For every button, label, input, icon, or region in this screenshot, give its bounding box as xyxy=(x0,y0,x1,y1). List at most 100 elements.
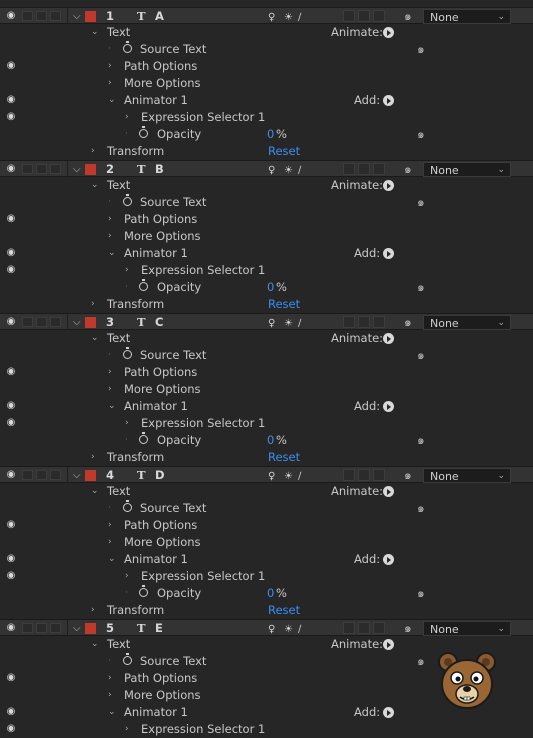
property-row[interactable]: › Transform Reset xyxy=(0,449,533,466)
animate-menu-button[interactable] xyxy=(383,333,394,344)
solo-toggle[interactable] xyxy=(36,11,47,21)
layer-row-e[interactable]: ◉ ⌵ 5 T E ♀ ☀ ∕ ๑ None ⌄ xyxy=(0,619,533,637)
chevron-right-icon[interactable]: › xyxy=(91,296,95,313)
pick-whip-spiral-icon[interactable]: ๑ xyxy=(404,8,412,25)
audio-toggle[interactable] xyxy=(22,317,33,327)
lock-toggle[interactable] xyxy=(50,317,61,327)
animate-menu-button[interactable] xyxy=(383,27,394,38)
chevron-right-icon[interactable]: › xyxy=(108,687,112,704)
animate-menu-button[interactable] xyxy=(383,639,394,650)
add-menu-button[interactable] xyxy=(383,707,394,718)
chevron-down-icon[interactable]: ⌄ xyxy=(91,24,99,41)
chevron-right-icon[interactable]: › xyxy=(91,602,95,619)
audio-toggle[interactable] xyxy=(22,470,33,480)
layer-label-color[interactable] xyxy=(85,11,96,22)
opacity-value[interactable]: 0 xyxy=(267,126,274,143)
property-row[interactable]: ◉ › Expression Selector 1 xyxy=(0,721,533,738)
layer-name[interactable]: B xyxy=(155,161,164,178)
property-row[interactable]: ◉ › Path Options xyxy=(0,517,533,534)
parent-dropdown[interactable]: None ⌄ xyxy=(423,468,511,483)
property-row[interactable]: ◉ ⌄ Animator 1 Add: xyxy=(0,245,533,262)
chevron-right-icon[interactable]: › xyxy=(108,228,112,245)
effects-switch[interactable] xyxy=(343,316,355,328)
solo-toggle[interactable] xyxy=(36,470,47,480)
property-row[interactable]: ◉ › Expression Selector 1 xyxy=(0,415,533,432)
chevron-down-icon[interactable]: ⌵ xyxy=(73,620,81,637)
eye-icon[interactable]: ◉ xyxy=(4,722,18,736)
parent-dropdown[interactable]: None ⌄ xyxy=(423,621,511,636)
chevron-right-icon[interactable]: › xyxy=(125,262,129,279)
motion-blur-switch[interactable] xyxy=(358,469,370,481)
property-row[interactable]: · Opacity 0% ๑ xyxy=(0,279,533,296)
layer-label-color[interactable] xyxy=(85,317,96,328)
audio-toggle[interactable] xyxy=(22,164,33,174)
parent-dropdown[interactable]: None ⌄ xyxy=(423,162,511,177)
stopwatch-icon[interactable] xyxy=(139,279,148,291)
chevron-down-icon[interactable]: ⌄ xyxy=(91,636,99,653)
motion-blur-switch[interactable] xyxy=(358,316,370,328)
eye-icon[interactable]: ◉ xyxy=(4,671,18,685)
animate-menu-button[interactable] xyxy=(383,180,394,191)
eye-icon[interactable]: ◉ xyxy=(4,9,18,23)
motion-blur-switch[interactable] xyxy=(358,10,370,22)
pick-whip-spiral-icon[interactable]: ๑ xyxy=(417,194,425,211)
layer-name[interactable]: E xyxy=(155,620,163,637)
chevron-right-icon[interactable]: › xyxy=(108,670,112,687)
pick-whip-spiral-icon[interactable]: ๑ xyxy=(404,314,412,331)
opacity-value[interactable]: 0 xyxy=(267,279,274,296)
eye-icon[interactable]: ◉ xyxy=(4,162,18,176)
property-row[interactable]: · Opacity 0% ๑ xyxy=(0,126,533,143)
reset-link[interactable]: Reset xyxy=(268,449,300,466)
layer-label-color[interactable] xyxy=(85,164,96,175)
effects-switch[interactable] xyxy=(343,469,355,481)
reset-link[interactable]: Reset xyxy=(268,602,300,619)
3d-layer-switch[interactable] xyxy=(373,316,385,328)
layer-name[interactable]: C xyxy=(155,314,163,331)
property-row[interactable]: › More Options xyxy=(0,75,533,92)
eye-icon[interactable]: ◉ xyxy=(4,468,18,482)
property-row[interactable]: · Source Text ๑ xyxy=(0,41,533,58)
pick-whip-spiral-icon[interactable]: ๑ xyxy=(417,126,425,143)
eye-icon[interactable]: ◉ xyxy=(4,110,18,124)
chevron-right-icon[interactable]: › xyxy=(108,381,112,398)
parent-dropdown[interactable]: None ⌄ xyxy=(423,9,511,24)
eye-icon[interactable]: ◉ xyxy=(4,93,18,107)
property-row[interactable]: ◉ ⌄ Animator 1 Add: xyxy=(0,398,533,415)
chevron-down-icon[interactable]: ⌄ xyxy=(108,245,116,262)
parent-dropdown[interactable]: None ⌄ xyxy=(423,315,511,330)
layer-name[interactable]: A xyxy=(155,8,164,25)
add-menu-button[interactable] xyxy=(383,554,394,565)
property-row[interactable]: › Transform Reset xyxy=(0,602,533,619)
stopwatch-icon[interactable] xyxy=(123,347,132,359)
chevron-down-icon[interactable]: ⌵ xyxy=(73,161,81,178)
stopwatch-icon[interactable] xyxy=(139,432,148,444)
property-row[interactable]: ◉ › Expression Selector 1 xyxy=(0,262,533,279)
layer-row-a[interactable]: ◉ ⌵ 1 T A ♀ ☀ ∕ ๑ None ⌄ xyxy=(0,7,533,25)
lock-toggle[interactable] xyxy=(50,164,61,174)
chevron-right-icon[interactable]: › xyxy=(108,364,112,381)
chevron-right-icon[interactable]: › xyxy=(108,211,112,228)
chevron-right-icon[interactable]: › xyxy=(91,449,95,466)
chevron-right-icon[interactable]: › xyxy=(125,568,129,585)
property-row[interactable]: · Source Text ๑ xyxy=(0,347,533,364)
eye-icon[interactable]: ◉ xyxy=(4,399,18,413)
eye-icon[interactable]: ◉ xyxy=(4,621,18,635)
property-row[interactable]: › Transform Reset xyxy=(0,296,533,313)
pick-whip-spiral-icon[interactable]: ๑ xyxy=(404,467,412,484)
property-row[interactable]: ◉ ⌄ Animator 1 Add: xyxy=(0,551,533,568)
property-row[interactable]: · Source Text ๑ xyxy=(0,500,533,517)
eye-icon[interactable]: ◉ xyxy=(4,518,18,532)
stopwatch-icon[interactable] xyxy=(123,41,132,53)
layer-label-color[interactable] xyxy=(85,623,96,634)
chevron-right-icon[interactable]: › xyxy=(108,534,112,551)
chevron-right-icon[interactable]: › xyxy=(108,75,112,92)
property-row[interactable]: ⌄ Text Animate: xyxy=(0,177,533,194)
chevron-down-icon[interactable]: ⌄ xyxy=(91,330,99,347)
solo-toggle[interactable] xyxy=(36,317,47,327)
property-row[interactable]: ◉ › Expression Selector 1 xyxy=(0,109,533,126)
layer-row-d[interactable]: ◉ ⌵ 4 T D ♀ ☀ ∕ ๑ None ⌄ xyxy=(0,466,533,484)
pick-whip-spiral-icon[interactable]: ๑ xyxy=(417,347,425,364)
layer-name[interactable]: D xyxy=(155,467,165,484)
lock-toggle[interactable] xyxy=(50,623,61,633)
stopwatch-icon[interactable] xyxy=(139,585,148,597)
